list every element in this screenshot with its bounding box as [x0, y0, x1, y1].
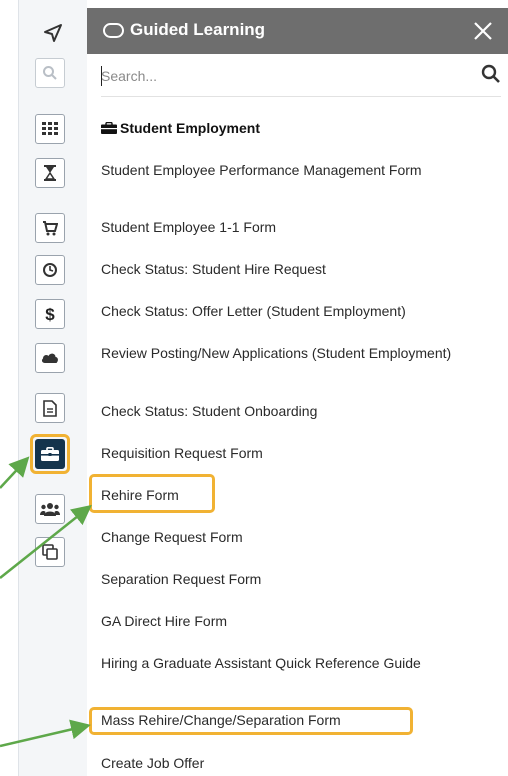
panel-header: Guided Learning — [87, 8, 508, 54]
dollar-icon[interactable]: $ — [35, 299, 65, 329]
search-icon[interactable] — [481, 64, 501, 84]
close-icon[interactable] — [472, 20, 494, 42]
section-heading: Student Employment — [101, 120, 260, 136]
search-icon[interactable] — [35, 58, 65, 88]
list-item[interactable]: Student Employee Performance Management … — [101, 163, 497, 178]
list-item[interactable]: Separation Request Form — [101, 572, 497, 587]
pill-icon — [103, 22, 124, 38]
icon-rail: $ — [18, 0, 88, 776]
panel-title: Guided Learning — [130, 20, 266, 39]
list-item[interactable]: Hiring a Graduate Assistant Quick Refere… — [101, 656, 497, 671]
navigation-arrow-icon[interactable] — [19, 14, 87, 52]
guided-learning-panel: Guided Learning Student Employment Stude… — [87, 0, 508, 776]
briefcase-icon — [101, 122, 117, 134]
cart-icon[interactable] — [35, 213, 65, 243]
svg-text:$: $ — [45, 305, 55, 323]
users-icon[interactable] — [35, 494, 65, 524]
list-item[interactable]: Change Request Form — [101, 530, 497, 545]
cloud-icon[interactable] — [35, 343, 65, 373]
copy-icon[interactable] — [35, 537, 65, 567]
section-title: Student Employment — [120, 120, 261, 136]
list-item[interactable]: Check Status: Student Hire Request — [101, 262, 497, 277]
list-item[interactable]: Check Status: Offer Letter (Student Empl… — [101, 304, 497, 319]
list-item[interactable]: GA Direct Hire Form — [101, 614, 497, 629]
hourglass-icon[interactable] — [35, 158, 65, 188]
search-input[interactable] — [101, 64, 461, 88]
text-cursor — [101, 66, 102, 86]
grid-icon[interactable] — [35, 114, 65, 144]
list-item[interactable]: Student Employee 1-1 Form — [101, 220, 497, 235]
list-item[interactable]: Review Posting/New Applications (Student… — [101, 346, 497, 361]
briefcase-highlight-box — [30, 434, 70, 474]
clock-icon[interactable] — [35, 255, 65, 285]
list-item[interactable]: Requisition Request Form — [101, 446, 497, 461]
mass-rehire-highlight-box — [89, 707, 413, 735]
document-icon[interactable] — [35, 393, 65, 423]
search-bar — [101, 56, 501, 97]
rehire-highlight-box — [89, 474, 215, 513]
list-item[interactable]: Create Job Offer — [101, 756, 497, 771]
list-item[interactable]: Check Status: Student Onboarding — [101, 404, 497, 419]
